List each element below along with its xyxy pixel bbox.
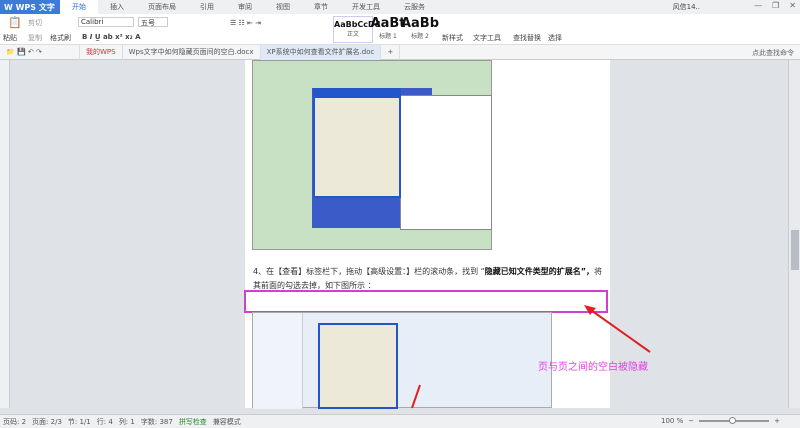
status-col: 列: 1 bbox=[118, 417, 135, 426]
status-bar: 页码: 2 页面: 2/3 节: 1/1 行: 4 列: 1 字数: 387 拼… bbox=[0, 414, 800, 428]
zoom-level[interactable]: 100 % bbox=[661, 417, 683, 425]
annotation-text: 页与页之间的空白被隐藏 bbox=[538, 362, 648, 373]
vertical-scrollbar[interactable] bbox=[788, 60, 800, 408]
zoom-in-icon[interactable]: + bbox=[774, 417, 780, 425]
status-pages: 页面: 2/3 bbox=[32, 417, 62, 426]
status-section: 节: 1/1 bbox=[67, 417, 91, 426]
status-words[interactable]: 字数: 387 bbox=[141, 417, 173, 427]
annotation-arrow bbox=[411, 305, 651, 409]
zoom-out-icon[interactable]: − bbox=[688, 417, 694, 425]
status-row: 行: 4 bbox=[96, 417, 113, 426]
status-page: 页码: 2 bbox=[3, 417, 27, 426]
compat-mode: 兼容模式 bbox=[212, 417, 241, 426]
spell-check[interactable]: 拼写检查 bbox=[179, 417, 207, 427]
zoom-slider[interactable] bbox=[699, 417, 770, 424]
scrollbar-thumb[interactable] bbox=[791, 230, 799, 270]
